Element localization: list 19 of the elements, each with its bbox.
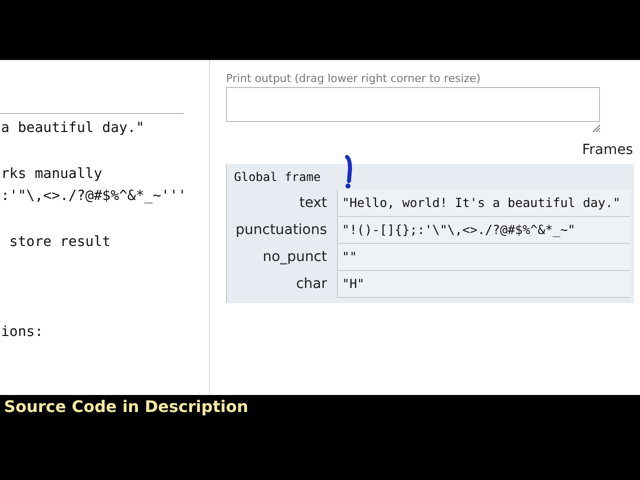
variable-value: "" (337, 244, 630, 271)
variable-value: "Hello, world! It's a beautiful day." (337, 190, 630, 217)
variable-name: text (298, 194, 328, 213)
code-line: store result (8, 232, 112, 252)
code-line: a beautiful day." (1, 119, 146, 138)
variable-name: no_punct (262, 248, 328, 267)
print-output-field[interactable] (226, 87, 600, 122)
variable-name: char (295, 275, 328, 294)
resize-grip-icon[interactable] (592, 124, 600, 132)
print-output-label: Print output (drag lower right corner to resize) (226, 72, 482, 85)
frame-title: Global frame (234, 170, 321, 184)
variable-name: punctuations (234, 221, 328, 240)
code-line: rks manually (1, 164, 104, 184)
pen-stroke-icon (345, 155, 353, 189)
frames-heading: Frames (581, 142, 634, 158)
code-line: ions: (1, 323, 44, 342)
variable-value: "!()-[]{};:'\"\,<>./?@#$%^&*_~" (337, 217, 630, 244)
variable-value: "H" (337, 271, 630, 298)
code-line: :'"\,<>./?@#$%^&*_~''' (1, 187, 188, 206)
